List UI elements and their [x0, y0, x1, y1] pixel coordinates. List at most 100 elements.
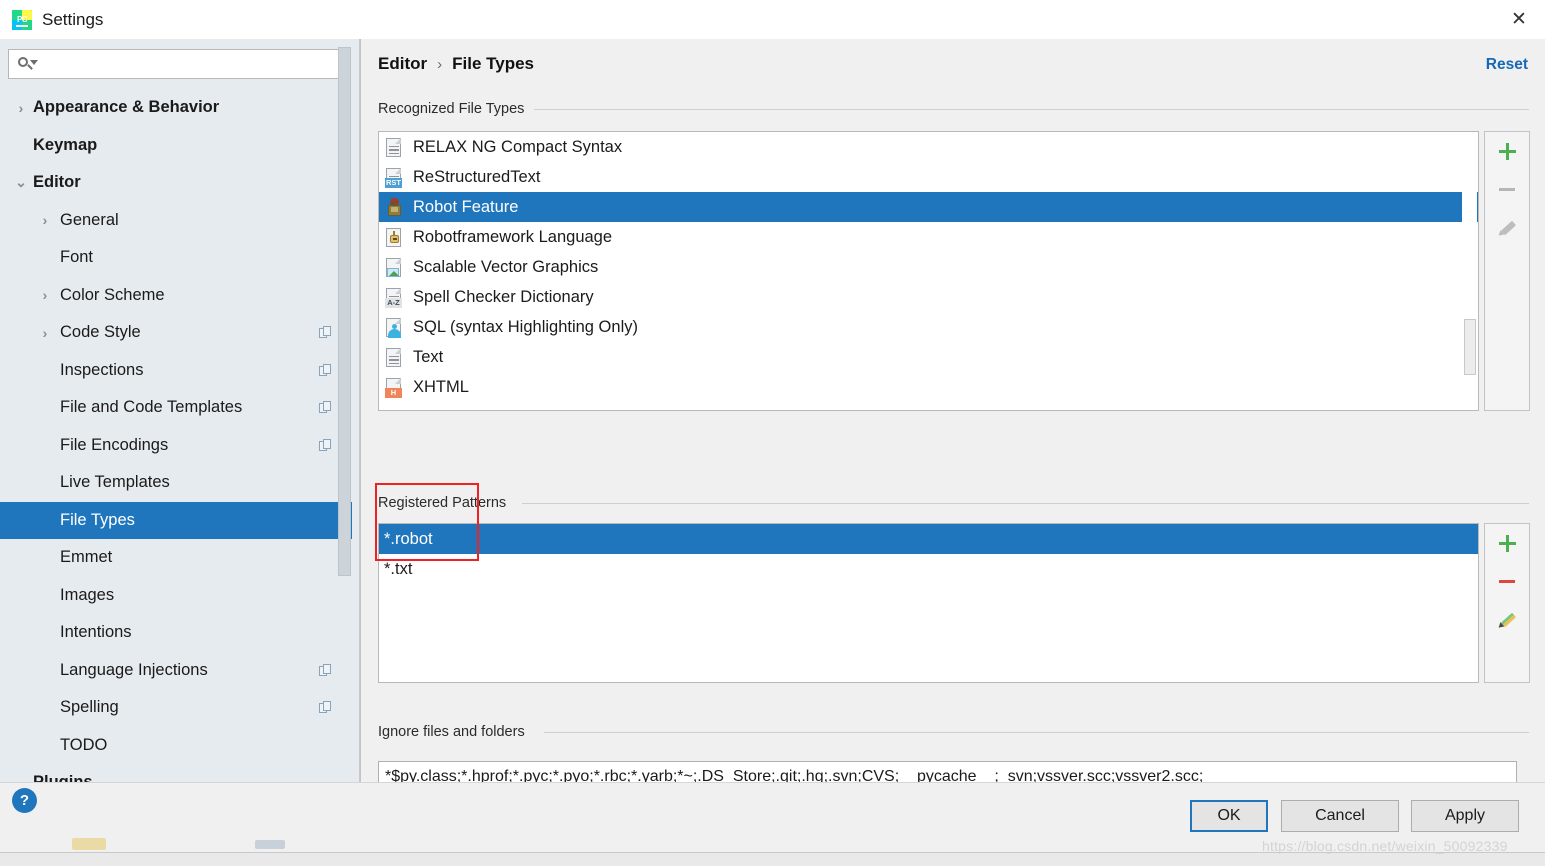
- sidebar-item-label: Images: [60, 585, 115, 604]
- file-type-row[interactable]: Scalable Vector Graphics: [379, 252, 1478, 282]
- search-container: [0, 39, 360, 79]
- robotframework-icon: [384, 227, 404, 248]
- file-type-row[interactable]: Robot Feature: [379, 192, 1478, 222]
- sidebar-item-font[interactable]: Font: [0, 239, 352, 277]
- sidebar-item-label: General: [60, 210, 119, 229]
- chevron-down-icon[interactable]: ⌄: [12, 174, 30, 191]
- desktop-taskbar-strip: [0, 852, 1545, 866]
- sql-file-icon: [384, 317, 404, 338]
- add-pattern-button[interactable]: [1490, 524, 1524, 562]
- file-type-row[interactable]: A-Z Spell Checker Dictionary: [379, 282, 1478, 312]
- remove-pattern-button[interactable]: [1490, 562, 1524, 600]
- chevron-right-icon[interactable]: ›: [36, 287, 54, 303]
- rst-file-icon: RST: [384, 167, 404, 188]
- background-app-artifact-right: [255, 840, 285, 849]
- chevron-right-icon[interactable]: ›: [36, 325, 54, 341]
- recognized-list-toolbar: [1484, 131, 1530, 411]
- breadcrumb-parent[interactable]: Editor: [378, 54, 427, 74]
- close-icon[interactable]: ✕: [1493, 0, 1545, 39]
- dialog-body: › Appearance & Behavior Keymap ⌄ Editor › Gene…: [0, 39, 1545, 793]
- copy-settings-icon: [319, 401, 332, 414]
- file-type-row[interactable]: Robotframework Language: [379, 222, 1478, 252]
- sidebar-item-plugins[interactable]: Plugins: [0, 764, 352, 782]
- registered-patterns-list[interactable]: *.robot *.txt: [378, 523, 1479, 683]
- edit-file-type-button[interactable]: [1490, 208, 1524, 246]
- sidebar-item-label: Language Injections: [60, 660, 208, 679]
- file-type-name: Robotframework Language: [413, 227, 613, 246]
- sidebar-item-label: Keymap: [33, 135, 98, 154]
- patterns-list-toolbar: [1484, 523, 1530, 683]
- sidebar-item-keymap[interactable]: Keymap: [0, 127, 352, 165]
- sidebar-item-appearance-behavior[interactable]: › Appearance & Behavior: [0, 89, 352, 127]
- recognized-list-scrollbar-thumb[interactable]: [1464, 319, 1476, 375]
- sidebar-item-file-encodings[interactable]: File Encodings: [0, 427, 352, 465]
- file-type-row[interactable]: SQL (syntax Highlighting Only): [379, 312, 1478, 342]
- pattern-row[interactable]: *.txt: [379, 554, 1478, 584]
- sidebar-item-file-and-code-templates[interactable]: File and Code Templates: [0, 389, 352, 427]
- sidebar-item-color-scheme[interactable]: › Color Scheme: [0, 277, 352, 315]
- sidebar-item-file-types[interactable]: File Types: [0, 501, 352, 539]
- reset-link[interactable]: Reset: [1486, 56, 1528, 74]
- file-type-row[interactable]: RELAX NG Compact Syntax: [379, 132, 1478, 162]
- dictionary-file-icon: A-Z: [384, 287, 404, 308]
- help-button[interactable]: ?: [12, 788, 37, 813]
- sidebar-item-live-templates[interactable]: Live Templates: [0, 464, 352, 502]
- sidebar-item-code-style[interactable]: › Code Style: [0, 314, 352, 352]
- background-app-artifact-left: [72, 838, 106, 850]
- recognized-list-scrollbar[interactable]: [1462, 133, 1477, 410]
- sidebar-item-editor[interactable]: ⌄ Editor: [0, 164, 352, 202]
- file-type-name: Text: [413, 347, 444, 366]
- copy-settings-icon: [319, 701, 332, 714]
- pycharm-icon: PC: [12, 9, 32, 30]
- file-type-row[interactable]: Text: [379, 342, 1478, 372]
- sidebar-item-general[interactable]: › General: [0, 202, 352, 240]
- edit-pattern-button[interactable]: [1490, 600, 1524, 638]
- chevron-right-icon[interactable]: ›: [12, 100, 30, 116]
- sidebar-item-inspections[interactable]: Inspections: [0, 352, 352, 390]
- sidebar-scrollbar-thumb[interactable]: [338, 47, 351, 576]
- settings-tree: › Appearance & Behavior Keymap ⌄ Editor › Gene…: [0, 89, 352, 782]
- patterns-section-rule: [522, 503, 1529, 504]
- sidebar-item-label: Code Style: [60, 323, 141, 342]
- watermark-text: https://blog.csdn.net/weixin_50092339: [1262, 838, 1508, 854]
- settings-sidebar: › Appearance & Behavior Keymap ⌄ Editor › Gene…: [0, 39, 361, 782]
- sidebar-item-spelling[interactable]: Spelling: [0, 689, 352, 727]
- registered-patterns-label: Registered Patterns: [378, 495, 515, 511]
- sidebar-item-images[interactable]: Images: [0, 577, 352, 615]
- copy-settings-icon: [319, 363, 332, 377]
- file-type-name: SQL (syntax Highlighting Only): [413, 317, 638, 336]
- search-input[interactable]: [39, 56, 348, 72]
- copy-settings-icon: [319, 438, 332, 452]
- recognized-section-rule: [534, 109, 1529, 110]
- file-type-name: XHTML: [413, 377, 469, 396]
- page-title: File Types: [452, 54, 534, 73]
- sidebar-item-todo[interactable]: TODO: [0, 727, 352, 765]
- cancel-button[interactable]: Cancel: [1281, 800, 1399, 832]
- breadcrumb: Editor › File Types: [378, 54, 534, 74]
- sidebar-scrollbar[interactable]: [338, 47, 351, 731]
- settings-dialog: PC Settings ✕ › Appearance & Behavior Keym…: [0, 0, 1545, 866]
- file-type-row[interactable]: H XHTML: [379, 372, 1478, 402]
- sidebar-item-language-injections[interactable]: Language Injections: [0, 652, 352, 690]
- sidebar-item-emmet[interactable]: Emmet: [0, 539, 352, 577]
- ignore-files-label: Ignore files and folders: [378, 724, 533, 740]
- sidebar-item-label: Color Scheme: [60, 285, 165, 304]
- search-box[interactable]: [8, 49, 349, 79]
- recognized-file-types-list[interactable]: RELAX NG Compact Syntax RST ReStructuredTe…: [378, 131, 1479, 411]
- pattern-row[interactable]: *.robot: [379, 524, 1478, 554]
- file-type-row[interactable]: RST ReStructuredText: [379, 162, 1478, 192]
- pattern-value: *.robot: [384, 529, 433, 548]
- sidebar-item-intentions[interactable]: Intentions: [0, 614, 352, 652]
- title-bar: PC Settings ✕: [0, 0, 1545, 39]
- ok-button[interactable]: OK: [1190, 800, 1268, 832]
- remove-file-type-button[interactable]: [1490, 170, 1524, 208]
- settings-detail-pane: Editor › File Types Reset Recognized Fil…: [362, 39, 1545, 793]
- ignore-section-rule: [544, 732, 1529, 733]
- sidebar-item-label: File Encodings: [60, 435, 169, 454]
- sidebar-item-label: Live Templates: [60, 473, 170, 492]
- apply-button[interactable]: Apply: [1411, 800, 1519, 832]
- copy-settings-icon: [319, 326, 332, 339]
- chevron-right-icon[interactable]: ›: [36, 212, 54, 228]
- file-type-name: Robot Feature: [413, 197, 519, 216]
- add-file-type-button[interactable]: [1490, 132, 1524, 170]
